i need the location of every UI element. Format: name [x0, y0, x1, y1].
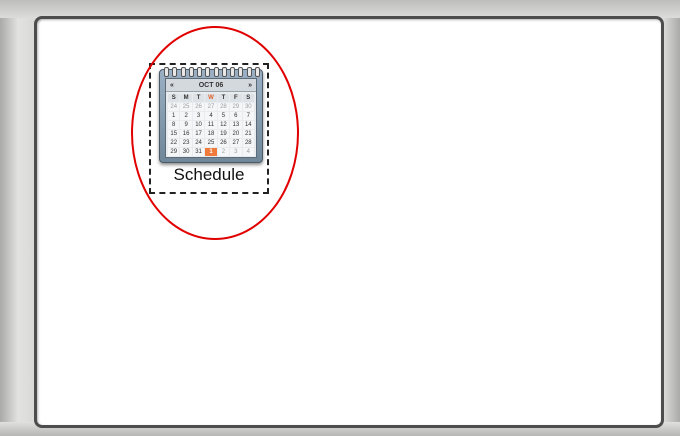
calendar-day-cell: 30: [180, 148, 192, 156]
calendar-day-cell: 12: [217, 121, 230, 129]
calendar-weekday-header: M: [180, 94, 192, 102]
calendar-day-cell: 15: [168, 130, 180, 138]
calendar-day-cell: 21: [242, 130, 254, 138]
desktop-screen: [34, 16, 664, 428]
calendar-day-cell: 25: [205, 139, 217, 147]
calendar-day-cell: 28: [242, 139, 254, 147]
calendar-day-cell: 4: [205, 112, 217, 120]
calendar-day-cell: 26: [192, 103, 205, 111]
calendar-weekday-header: S: [168, 94, 180, 102]
calendar-day-cell: 8: [168, 121, 180, 129]
calendar-day-cell: 27: [230, 139, 242, 147]
calendar-day-cell: 29: [168, 148, 180, 156]
calendar-today-cell: 1: [205, 148, 217, 156]
calendar-day-cell: 13: [230, 121, 242, 129]
calendar-day-cell: 18: [205, 130, 217, 138]
schedule-desktop-icon[interactable]: « OCT 06 » S M T W T F S 24 25 26 27 28 29 30 1 2 3 4 5 6 7 8…: [149, 63, 269, 194]
calendar-day-cell: 5: [217, 112, 230, 120]
calendar-day-cell: 29: [230, 103, 242, 111]
calendar-day-cell: 24: [192, 139, 205, 147]
calendar-day-cell: 2: [217, 148, 230, 156]
calendar-day-cell: 31: [192, 148, 205, 156]
next-arrow-icon: »: [248, 81, 252, 89]
calendar-day-cell: 19: [217, 130, 230, 138]
calendar-day-cell: 16: [180, 130, 192, 138]
calendar-day-cell: 7: [242, 112, 254, 120]
calendar-day-cell: 1: [168, 112, 180, 120]
calendar-day-cell: 22: [168, 139, 180, 147]
calendar-day-cell: 3: [230, 148, 242, 156]
calendar-day-cell: 25: [180, 103, 192, 111]
calendar-day-cell: 4: [242, 148, 254, 156]
calendar-weekday-header: W: [205, 94, 217, 102]
prev-arrow-icon: «: [170, 81, 174, 89]
calendar-weekday-header: S: [242, 94, 254, 102]
calendar-day-cell: 3: [192, 112, 205, 120]
calendar-page: « OCT 06 » S M T W T F S 24 25 26 27 28 29 30 1 2 3 4 5 6 7 8…: [165, 78, 257, 158]
calendar-day-cell: 11: [205, 121, 217, 129]
calendar-weekday-header: F: [230, 94, 242, 102]
calendar-day-cell: 24: [168, 103, 180, 111]
calendar-day-cell: 2: [180, 112, 192, 120]
calendar-weekday-header: T: [217, 94, 230, 102]
calendar-day-cell: 27: [205, 103, 217, 111]
calendar-month-label: OCT 06: [198, 81, 224, 89]
calendar-day-cell: 9: [180, 121, 192, 129]
calendar-day-cell: 30: [242, 103, 254, 111]
calendar-icon: « OCT 06 » S M T W T F S 24 25 26 27 28 29 30 1 2 3 4 5 6 7 8…: [159, 67, 263, 163]
calendar-grid: S M T W T F S 24 25 26 27 28 29 30 1 2 3 4 5 6 7 8 9 10 11 12 13 14…: [166, 92, 256, 156]
calendar-day-cell: 6: [230, 112, 242, 120]
calendar-day-cell: 26: [217, 139, 230, 147]
calendar-day-cell: 10: [192, 121, 205, 129]
icon-label: Schedule: [173, 165, 245, 184]
calendar-binding-rings: [164, 67, 260, 77]
calendar-day-cell: 23: [180, 139, 192, 147]
calendar-header: « OCT 06 »: [166, 79, 256, 92]
calendar-day-cell: 17: [192, 130, 205, 138]
calendar-day-cell: 20: [230, 130, 242, 138]
calendar-day-cell: 28: [217, 103, 230, 111]
calendar-day-cell: 14: [242, 121, 254, 129]
calendar-weekday-header: T: [192, 94, 205, 102]
